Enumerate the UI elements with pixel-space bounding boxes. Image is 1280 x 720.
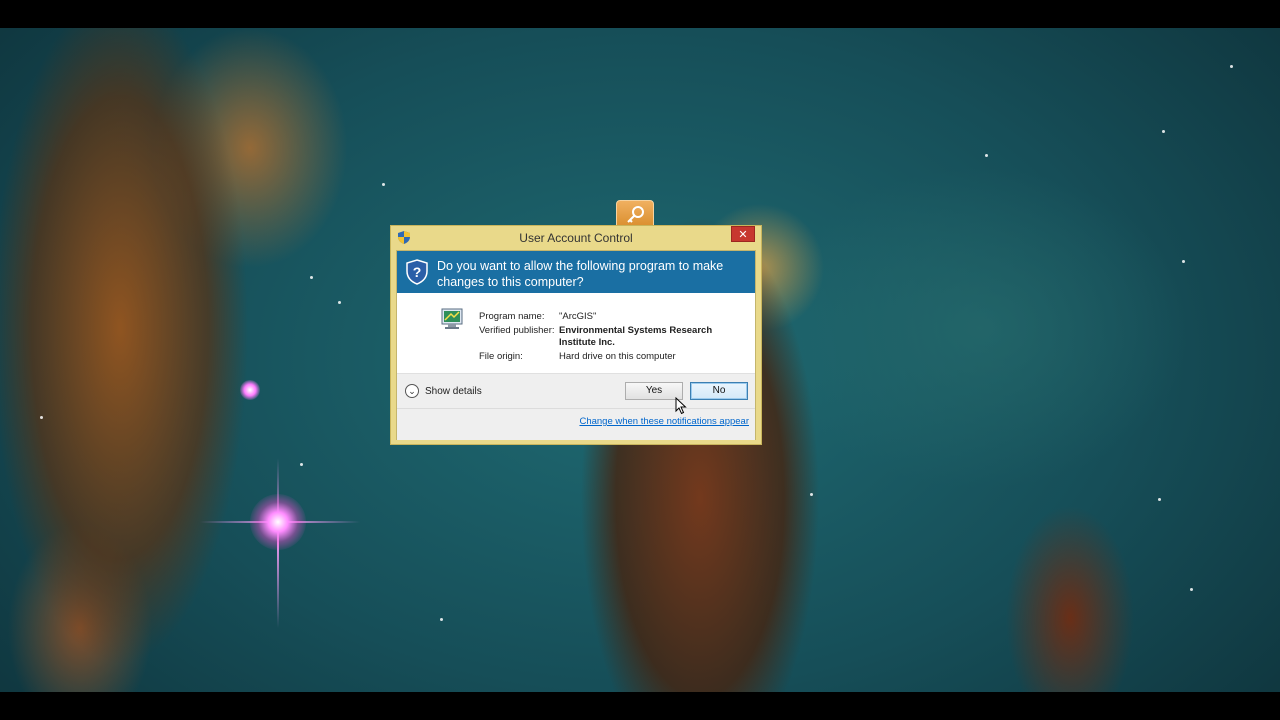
close-button[interactable]: ✕ bbox=[731, 226, 755, 242]
program-info: Program name: "ArcGIS" Verified publishe… bbox=[397, 293, 755, 373]
star bbox=[310, 276, 313, 279]
star bbox=[440, 618, 443, 621]
letterbox-bottom bbox=[0, 692, 1280, 720]
question-text: Do you want to allow the following progr… bbox=[437, 259, 724, 289]
uac-dialog: User Account Control ✕ ? Do you want to … bbox=[390, 225, 762, 445]
dialog-footer: ⌄ Show details Yes No Change when these … bbox=[397, 373, 755, 440]
star bbox=[810, 493, 813, 496]
star bbox=[1190, 588, 1193, 591]
no-button[interactable]: No bbox=[690, 382, 748, 400]
star bbox=[382, 183, 385, 186]
title-bar[interactable]: User Account Control ✕ bbox=[391, 226, 761, 250]
origin-label: File origin: bbox=[479, 351, 523, 362]
show-details-label: Show details bbox=[425, 386, 482, 397]
star bbox=[1162, 130, 1165, 133]
program-name-label: Program name: bbox=[479, 311, 545, 322]
question-banner: ? Do you want to allow the following pro… bbox=[397, 251, 755, 293]
star bbox=[338, 301, 341, 304]
question-shield-icon: ? bbox=[406, 259, 428, 285]
bright-star bbox=[250, 494, 306, 550]
dialog-title: User Account Control bbox=[519, 231, 633, 245]
key-icon bbox=[627, 206, 644, 223]
origin-value: Hard drive on this computer bbox=[559, 351, 676, 362]
star bbox=[300, 463, 303, 466]
change-notifications-link[interactable]: Change when these notifications appear bbox=[579, 416, 749, 427]
mouse-cursor-icon bbox=[675, 397, 687, 415]
star bbox=[40, 416, 43, 419]
star bbox=[985, 154, 988, 157]
chevron-down-icon: ⌄ bbox=[405, 384, 419, 398]
program-icon bbox=[441, 308, 463, 329]
bright-star bbox=[240, 380, 260, 400]
publisher-value: Environmental Systems Research Institute… bbox=[559, 325, 713, 348]
program-name-value: "ArcGIS" bbox=[559, 311, 597, 322]
star bbox=[1230, 65, 1233, 68]
dialog-content: ? Do you want to allow the following pro… bbox=[396, 250, 756, 440]
divider bbox=[397, 408, 755, 409]
star bbox=[1158, 498, 1161, 501]
letterbox-top bbox=[0, 0, 1280, 28]
publisher-label: Verified publisher: bbox=[479, 325, 555, 336]
star bbox=[1182, 260, 1185, 263]
svg-text:?: ? bbox=[413, 264, 422, 280]
